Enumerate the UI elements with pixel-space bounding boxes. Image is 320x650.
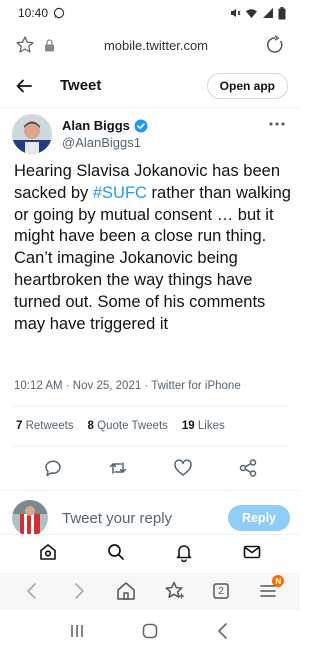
open-app-button[interactable]: Open app <box>206 72 288 99</box>
author-handle[interactable]: @AlanBiggs1 <box>62 135 266 150</box>
likes-stat[interactable]: 19 Likes <box>182 420 225 432</box>
mute-icon <box>229 7 241 19</box>
refresh-icon[interactable] <box>264 34 286 56</box>
tweet-text: Hearing Slavisa Jokanovic has been sacke… <box>14 161 292 335</box>
retweets-label: Retweets <box>25 420 74 432</box>
signal-icon <box>262 7 274 19</box>
reply-composer: Tweet your reply Reply <box>12 500 290 536</box>
quote-tweets-count: 8 <box>87 420 94 432</box>
author-avatar[interactable] <box>12 114 52 154</box>
tweet-timestamp[interactable]: 10:12 AM · Nov 25, 2021 · Twitter for iP… <box>14 380 241 392</box>
tabs-icon[interactable]: 2 <box>209 579 233 603</box>
system-nav-bar <box>0 612 300 650</box>
user-avatar <box>12 500 48 536</box>
page-title: Tweet <box>60 77 102 94</box>
quote-tweets-stat[interactable]: 8 Quote Tweets <box>88 420 168 432</box>
tweet-actions <box>0 452 300 484</box>
likes-label: Likes <box>197 420 225 432</box>
quote-tweets-label: Quote Tweets <box>97 420 168 432</box>
browser-nav-bar: 2 N <box>0 572 300 610</box>
reply-input[interactable]: Tweet your reply <box>62 510 228 527</box>
messages-mail-icon[interactable] <box>241 541 263 563</box>
verified-badge-icon <box>134 119 148 133</box>
tabs-count: 2 <box>218 585 224 597</box>
retweets-count: 7 <box>16 420 23 432</box>
system-back-icon[interactable] <box>213 621 233 641</box>
retweet-icon[interactable] <box>107 457 129 479</box>
divider <box>12 406 288 407</box>
tweet-text-part: rather than walking or going by mutual c… <box>14 183 291 333</box>
tweet-header: Tweet Open app <box>0 64 300 108</box>
back-arrow-icon[interactable] <box>12 74 36 98</box>
reply-button[interactable]: Reply <box>227 505 290 531</box>
reply-icon[interactable] <box>42 457 64 479</box>
hashtag-link[interactable]: #SUFC <box>93 184 147 202</box>
url-field[interactable]: mobile.twitter.com <box>56 38 256 53</box>
system-home-icon[interactable] <box>140 621 160 641</box>
search-icon[interactable] <box>105 541 127 563</box>
status-bar: 10:40 <box>0 0 300 26</box>
whatsapp-icon <box>53 7 65 19</box>
battery-icon <box>278 6 286 20</box>
likes-count: 19 <box>181 420 195 432</box>
divider <box>12 446 288 447</box>
browser-url-bar: mobile.twitter.com <box>0 26 300 64</box>
home-icon[interactable] <box>37 541 59 563</box>
retweets-stat[interactable]: 7 Retweets <box>16 420 74 432</box>
browser-menu-icon[interactable]: N <box>256 575 285 603</box>
browser-home-icon[interactable] <box>114 579 138 603</box>
browser-forward-icon[interactable] <box>67 579 91 603</box>
bookmark-star-icon[interactable] <box>14 34 36 56</box>
more-options-icon[interactable] <box>266 116 288 132</box>
bookmarks-star-icon[interactable] <box>162 579 186 603</box>
notification-badge: N <box>272 575 285 587</box>
divider <box>0 490 300 491</box>
like-heart-icon[interactable] <box>172 457 194 479</box>
wifi-icon <box>245 7 258 19</box>
lock-icon <box>42 38 56 52</box>
browser-back-icon[interactable] <box>20 579 44 603</box>
tweet-author: Alan Biggs @AlanBiggs1 <box>12 112 288 156</box>
share-icon[interactable] <box>237 457 259 479</box>
recent-apps-icon[interactable] <box>67 621 87 641</box>
status-time: 10:40 <box>18 6 49 20</box>
notifications-bell-icon[interactable] <box>173 541 195 563</box>
author-name[interactable]: Alan Biggs <box>62 118 130 133</box>
tweet-stats: 7 Retweets 8 Quote Tweets 19 Likes <box>16 420 225 432</box>
twitter-bottom-nav <box>0 534 300 568</box>
